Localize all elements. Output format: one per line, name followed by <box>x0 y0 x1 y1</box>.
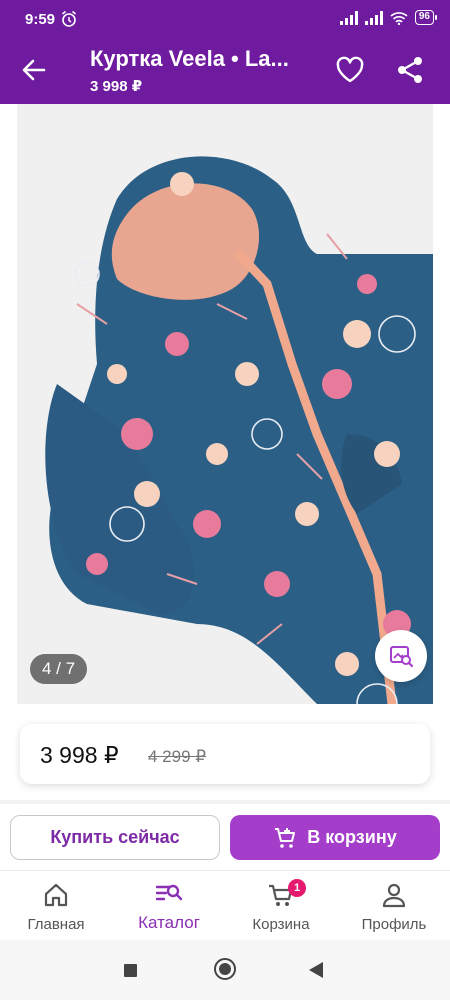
recent-apps-icon[interactable] <box>124 964 137 977</box>
nav-label-cart: Корзина <box>252 916 310 933</box>
heart-icon[interactable] <box>334 54 366 86</box>
system-nav-bar <box>0 940 450 1000</box>
home-icon <box>44 883 68 907</box>
current-price: 3 998 ₽ <box>40 742 119 768</box>
share-icon[interactable] <box>394 54 426 86</box>
add-to-cart-icon <box>275 827 296 848</box>
add-to-cart-button[interactable]: В корзину <box>230 815 440 860</box>
signal-icon <box>339 10 358 25</box>
catalog-search-icon <box>155 884 183 901</box>
wifi-icon <box>390 11 408 25</box>
top-bar: 9:59 96 Куртка Veela • La... 3 998 ₽ <box>0 0 450 104</box>
status-time: 9:59 <box>25 11 56 28</box>
nav-label-home: Главная <box>27 916 85 933</box>
product-photo <box>17 104 433 704</box>
battery-icon: 96 <box>414 10 438 25</box>
status-icons: 96 <box>339 10 438 25</box>
profile-icon <box>382 883 406 908</box>
price-card: 3 998 ₽ 4 299 ₽ <box>20 724 430 784</box>
buy-now-button[interactable]: Купить сейчас <box>10 815 220 860</box>
status-bar: 9:59 96 <box>0 0 450 40</box>
nav-label-profile: Профиль <box>361 916 427 933</box>
section-divider <box>0 800 450 804</box>
visual-search-button[interactable] <box>375 630 427 682</box>
alarm-icon <box>61 10 77 27</box>
nav-item-catalog[interactable]: Каталог <box>114 871 224 941</box>
back-arrow-icon[interactable] <box>18 54 50 86</box>
nav-item-cart[interactable]: 1 Корзина <box>226 871 336 941</box>
visual-search-icon <box>390 646 414 668</box>
signal-icon <box>364 10 383 25</box>
system-back-icon[interactable] <box>309 962 323 978</box>
app-bar: Куртка Veela • La... 3 998 ₽ <box>0 40 450 104</box>
nav-label-catalog: Каталог <box>138 913 200 932</box>
bottom-nav: Главная Каталог 1 Корзина Профиль <box>0 870 450 940</box>
product-image-gallery[interactable]: 4 / 7 <box>17 104 433 704</box>
page-title: Куртка Veela • La... <box>90 46 289 71</box>
cart-badge: 1 <box>288 879 306 897</box>
nav-item-home[interactable]: Главная <box>1 871 111 941</box>
home-button-icon[interactable] <box>214 958 236 980</box>
add-to-cart-label: В корзину <box>307 827 397 847</box>
image-counter: 4 / 7 <box>30 654 87 684</box>
page-subtitle-price: 3 998 ₽ <box>90 78 143 95</box>
old-price: 4 299 ₽ <box>148 747 207 766</box>
nav-item-profile[interactable]: Профиль <box>339 871 449 941</box>
